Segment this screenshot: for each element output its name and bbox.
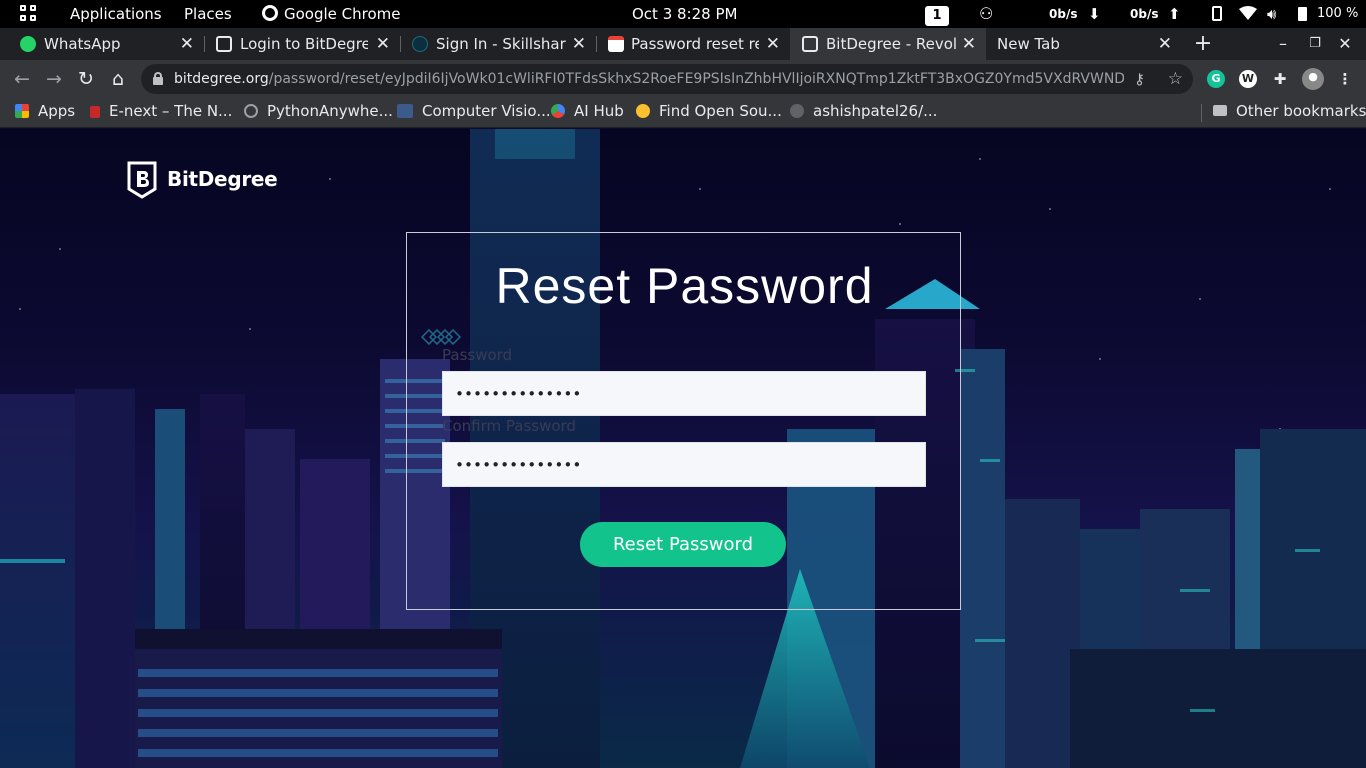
bookmark-star-icon[interactable]: ☆ [1168,64,1183,94]
close-icon[interactable]: ✕ [376,28,390,60]
people-icon[interactable]: ⚇ [979,0,993,28]
bookmark-pythonanywhere[interactable]: PythonAnywhe... [244,98,393,126]
tab-bitdegree-active[interactable]: BitDegree - Revolut ✕ [790,28,986,60]
pythonanywhere-icon [244,104,258,118]
other-bookmarks[interactable]: Other bookmarks [1213,98,1366,126]
close-icon[interactable]: ✕ [766,28,780,60]
github-icon [790,104,804,118]
key-icon[interactable]: ⚷ [1134,64,1145,94]
tds-icon [397,104,413,118]
active-app-menu[interactable]: Google Chrome [262,0,401,28]
tab-label: WhatsApp [44,35,121,53]
skillshare-icon [412,36,428,52]
confirm-password-field[interactable] [442,442,926,487]
bookmark-github[interactable]: ashishpatel26/... [790,98,937,126]
back-icon[interactable]: ← [7,60,37,98]
forward-icon[interactable]: → [39,60,69,98]
tab-skillshare[interactable]: Sign In - Skillshare ✕ [400,28,597,60]
folder-icon [1213,105,1227,116]
reload-icon[interactable]: ↻ [71,60,101,98]
enext-icon [90,106,100,118]
bookmark-enext[interactable]: E-next – The N... [90,98,232,126]
close-icon[interactable]: ✕ [180,28,194,60]
close-icon[interactable]: ✕ [1158,28,1172,60]
tab-label: New Tab [997,35,1060,53]
tab-label: Login to BitDegree [240,35,368,53]
home-icon[interactable]: ⌂ [103,60,133,98]
tab-label: Password reset req [631,35,759,53]
diamond-decoration-icon [421,329,462,345]
tab-label: Sign In - Skillshare [436,35,566,53]
confirm-password-label: Confirm Password [442,417,576,435]
bitdegree-icon [216,36,232,52]
lock-icon[interactable] [153,72,163,85]
password-label: Password [442,346,513,364]
brand-name: BitDegree [167,167,278,191]
battery-percent: 100 % [1317,6,1359,21]
aihub-icon [551,104,565,118]
battery-icon[interactable] [1298,0,1307,28]
bookmark-find-open-source[interactable]: Find Open Sou... [636,98,782,126]
workspace-indicator[interactable]: 1 [925,0,949,28]
places-menu[interactable]: Places [184,0,232,28]
menu-kebab-icon[interactable]: ⋮ [1336,70,1354,88]
bookmark-ai-hub[interactable]: AI Hub [551,98,624,126]
tab-label: BitDegree - Revolut [826,35,958,53]
url-text[interactable]: bitdegree.org/password/reset/eyJpdiI6IjV… [174,64,1124,94]
emoji-icon [636,104,650,118]
reset-password-card: Reset Password Password Confirm Password… [406,232,961,610]
system-top-panel: Applications Places Google Chrome Oct 3 … [0,0,1366,28]
wifi-icon[interactable] [1239,0,1257,28]
password-field[interactable] [442,371,926,416]
extensions-puzzle-icon[interactable]: ✚ [1271,70,1289,88]
volume-icon[interactable]: 🔊︎ [1267,0,1276,28]
bookmark-apps[interactable]: Apps [15,98,75,126]
download-arrow-icon: ⬇ [1088,5,1101,23]
clock[interactable]: Oct 3 8:28 PM [632,0,737,28]
web-page: BitDegree Reset Password Password Confir… [0,129,1366,768]
reset-password-button[interactable]: Reset Password [580,522,786,567]
tab-gmail[interactable]: Password reset req ✕ [596,28,790,60]
address-bar[interactable]: bitdegree.org/password/reset/eyJpdiI6IjV… [141,64,1193,94]
close-icon[interactable]: ✕ [572,28,586,60]
tab-bitdegree-login[interactable]: Login to BitDegree ✕ [204,28,401,60]
restore-icon[interactable]: ❐ [1301,28,1329,60]
bookmarks-bar: Apps E-next – The N... PythonAnywhe... C… [0,98,1366,128]
active-app-label: Google Chrome [284,5,401,23]
tab-whatsapp[interactable]: WhatsApp ✕ [0,28,205,60]
applications-menu[interactable]: Applications [70,0,162,28]
workspace-number: 1 [925,6,949,26]
new-tab-button[interactable]: + [1188,28,1218,60]
bitdegree-icon [802,36,818,52]
phone-icon[interactable] [1212,0,1222,28]
browser-tab-strip: WhatsApp ✕ Login to BitDegree ✕ Sign In … [0,28,1366,60]
upload-arrow-icon: ⬆ [1168,5,1181,23]
net-up-speed: 0b/s [1130,7,1159,21]
net-down-speed: 0b/s [1049,7,1078,21]
page-title: Reset Password [495,258,874,314]
chrome-icon [262,5,278,21]
minimize-icon[interactable]: – [1269,28,1297,60]
browser-toolbar: ← → ↻ ⌂ bitdegree.org/password/reset/eyJ… [0,60,1366,98]
whatsapp-icon [20,36,36,52]
profile-avatar-icon[interactable]: ● [1302,68,1324,90]
bookmark-computer-vision[interactable]: Computer Visio... [397,98,551,126]
window-close-icon[interactable]: ✕ [1331,28,1359,60]
bitdegree-shield-icon [127,161,157,199]
close-icon[interactable]: ✕ [962,28,976,60]
tab-new-tab[interactable]: New Tab ✕ [986,28,1182,60]
app-grid-icon[interactable] [20,5,38,23]
grammarly-icon[interactable]: G [1207,70,1225,88]
gmail-icon [608,36,624,52]
apps-grid-icon [15,104,29,118]
wordtune-icon[interactable]: W [1239,70,1257,88]
